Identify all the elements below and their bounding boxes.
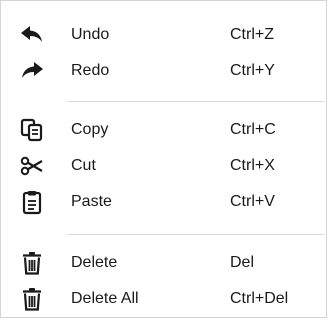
clipboard-icon	[19, 189, 45, 215]
menu-item-label: Delete All	[71, 290, 139, 307]
menu-item-shortcut: Ctrl+Z	[230, 26, 274, 43]
menu-item-shortcut: Del	[230, 254, 255, 271]
menu-separator	[67, 101, 325, 102]
menu-item-shortcut: Ctrl+V	[230, 193, 275, 210]
menu-item-paste[interactable]: Paste Ctrl+V	[1, 184, 326, 220]
menu-item-label: Redo	[71, 62, 110, 79]
trash-icon	[19, 250, 45, 276]
copy-icon	[19, 117, 45, 143]
menu-item-shortcut: Ctrl+C	[230, 121, 276, 138]
menu-item-delete[interactable]: Delete Del	[1, 245, 326, 281]
menu-item-copy[interactable]: Copy Ctrl+C	[1, 112, 326, 148]
redo-icon	[19, 58, 45, 84]
menu-item-undo[interactable]: Undo Ctrl+Z	[1, 17, 326, 53]
trash-icon	[19, 286, 45, 312]
menu-item-label: Delete	[71, 254, 118, 271]
menu-item-label: Paste	[71, 193, 112, 210]
menu-item-shortcut: Ctrl+Y	[230, 62, 275, 79]
undo-icon	[19, 22, 45, 48]
menu-item-shortcut: Ctrl+Del	[230, 290, 289, 307]
menu-item-redo[interactable]: Redo Ctrl+Y	[1, 53, 326, 89]
context-menu: Undo Ctrl+Z Redo Ctrl+Y Copy Ctrl+C Cut …	[0, 0, 327, 318]
scissors-icon	[19, 153, 45, 179]
menu-item-cut[interactable]: Cut Ctrl+X	[1, 148, 326, 184]
menu-item-delete-all[interactable]: Delete All Ctrl+Del	[1, 281, 326, 317]
menu-separator	[67, 234, 325, 235]
menu-item-label: Undo	[71, 26, 110, 43]
menu-item-shortcut: Ctrl+X	[230, 157, 275, 174]
menu-item-label: Copy	[71, 121, 109, 138]
menu-item-label: Cut	[71, 157, 96, 174]
